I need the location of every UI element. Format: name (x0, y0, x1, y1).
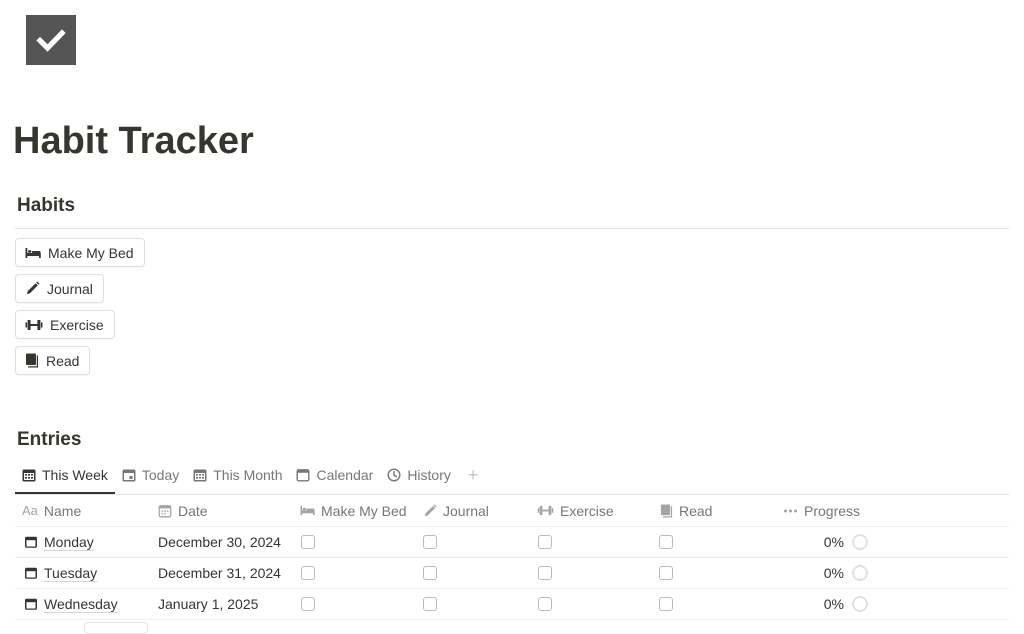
tab-this-month-label: This Month (213, 467, 283, 483)
row-name-cell[interactable]: Tuesday (24, 557, 97, 588)
progress-ring-icon (852, 533, 868, 550)
row-name[interactable]: Monday (44, 534, 94, 550)
exercise-button-label: Exercise (50, 316, 104, 333)
page-title: Habit Tracker (13, 120, 254, 162)
read-button[interactable]: Read (15, 346, 91, 375)
exercise-button[interactable]: Exercise (15, 310, 115, 339)
row-name[interactable]: Wednesday (44, 596, 118, 612)
calendar-icon (25, 567, 37, 579)
pencil-icon (424, 503, 437, 516)
row-date[interactable]: December 30, 2024 (158, 526, 281, 557)
calendar-icon (158, 504, 172, 517)
more-dots-icon (784, 509, 797, 512)
read-checkbox[interactable] (659, 565, 673, 580)
calendar-icon (25, 536, 37, 548)
calendar-grid-icon (193, 469, 207, 482)
add-view-button[interactable]: + (458, 461, 489, 489)
column-header-read-label: Read (679, 502, 713, 519)
tab-calendar-label: Calendar (316, 467, 374, 483)
view-tabs: This Week Today This Month Calendar Hist… (15, 461, 488, 494)
book-icon (26, 353, 38, 368)
make-my-bed-checkbox[interactable] (301, 596, 315, 611)
journal-checkbox[interactable] (423, 534, 437, 549)
row-date[interactable]: January 1, 2025 (158, 588, 258, 619)
exercise-checkbox[interactable] (538, 534, 552, 549)
tab-this-week[interactable]: This Week (15, 461, 115, 494)
journal-button-label: Journal (47, 280, 93, 297)
row-progress[interactable]: 0% (783, 588, 868, 619)
progress-ring-icon (852, 595, 868, 612)
tab-history[interactable]: History (380, 461, 458, 489)
tab-today-label: Today (141, 467, 180, 483)
tab-today[interactable]: Today (115, 461, 186, 489)
exercise-checkbox[interactable] (538, 565, 552, 580)
tab-this-month[interactable]: This Month (186, 461, 289, 489)
column-header-name[interactable]: Aa Name (22, 495, 81, 526)
column-header-exercise[interactable]: Exercise (537, 495, 614, 526)
row-date[interactable]: December 31, 2024 (158, 557, 281, 588)
journal-checkbox[interactable] (423, 565, 437, 580)
column-header-progress[interactable]: Progress (783, 495, 860, 526)
calendar-icon (25, 598, 37, 610)
dumbbell-icon (25, 319, 43, 330)
column-header-date-label: Date (178, 502, 208, 519)
pencil-icon (27, 281, 40, 294)
make-my-bed-checkbox[interactable] (301, 565, 315, 580)
read-checkbox[interactable] (659, 534, 673, 549)
table-row: Wednesday January 1, 2025 0% (15, 588, 1009, 620)
read-checkbox[interactable] (659, 596, 673, 611)
progress-value: 0% (823, 564, 844, 581)
column-header-date[interactable]: Date (158, 495, 208, 526)
row-name-cell[interactable]: Wednesday (24, 588, 118, 619)
bed-icon (25, 247, 41, 258)
progress-value: 0% (823, 595, 844, 612)
table-row: Monday December 30, 2024 0% (15, 526, 1009, 558)
row-name[interactable]: Tuesday (44, 565, 97, 581)
clock-icon (387, 468, 401, 482)
row-name-cell[interactable]: Monday (24, 526, 94, 557)
row-progress[interactable]: 0% (783, 526, 868, 557)
habits-heading: Habits (17, 195, 76, 216)
progress-value: 0% (823, 533, 844, 550)
column-header-name-label: Name (43, 502, 82, 519)
entries-heading: Entries (17, 429, 82, 450)
make-my-bed-button[interactable]: Make My Bed (15, 238, 145, 267)
calendar-day-icon (122, 469, 136, 482)
tab-calendar[interactable]: Calendar (289, 461, 380, 489)
checkmark-icon (36, 29, 66, 52)
partial-next-row (84, 622, 148, 634)
dumbbell-icon (537, 505, 554, 516)
habits-divider (15, 228, 1009, 229)
make-my-bed-button-label: Make My Bed (48, 244, 134, 261)
bed-icon (300, 505, 315, 516)
column-header-exercise-label: Exercise (560, 502, 614, 519)
text-type-icon: Aa (22, 503, 38, 518)
table-row: Tuesday December 31, 2024 0% (15, 557, 1009, 589)
book-icon (660, 504, 673, 517)
journal-button[interactable]: Journal (15, 274, 104, 303)
calendar-grid-icon (22, 469, 36, 482)
make-my-bed-checkbox[interactable] (301, 534, 315, 549)
column-header-progress-label: Progress (804, 502, 861, 519)
journal-checkbox[interactable] (423, 596, 437, 611)
column-header-journal-label: Journal (443, 502, 489, 519)
page-icon-checkmark[interactable] (26, 15, 76, 65)
read-button-label: Read (46, 352, 80, 369)
row-progress[interactable]: 0% (783, 557, 868, 588)
progress-ring-icon (852, 564, 868, 581)
column-header-make-my-bed[interactable]: Make My Bed (300, 495, 407, 526)
tab-history-label: History (407, 467, 451, 483)
column-header-make-my-bed-label: Make My Bed (321, 502, 407, 519)
table-header-row: Aa Name Date Make My Bed Journal Exercis… (15, 495, 1009, 527)
column-header-journal[interactable]: Journal (423, 495, 489, 526)
column-header-read[interactable]: Read (660, 495, 712, 526)
exercise-checkbox[interactable] (538, 596, 552, 611)
calendar-icon (296, 469, 310, 482)
tab-this-week-label: This Week (42, 467, 108, 483)
